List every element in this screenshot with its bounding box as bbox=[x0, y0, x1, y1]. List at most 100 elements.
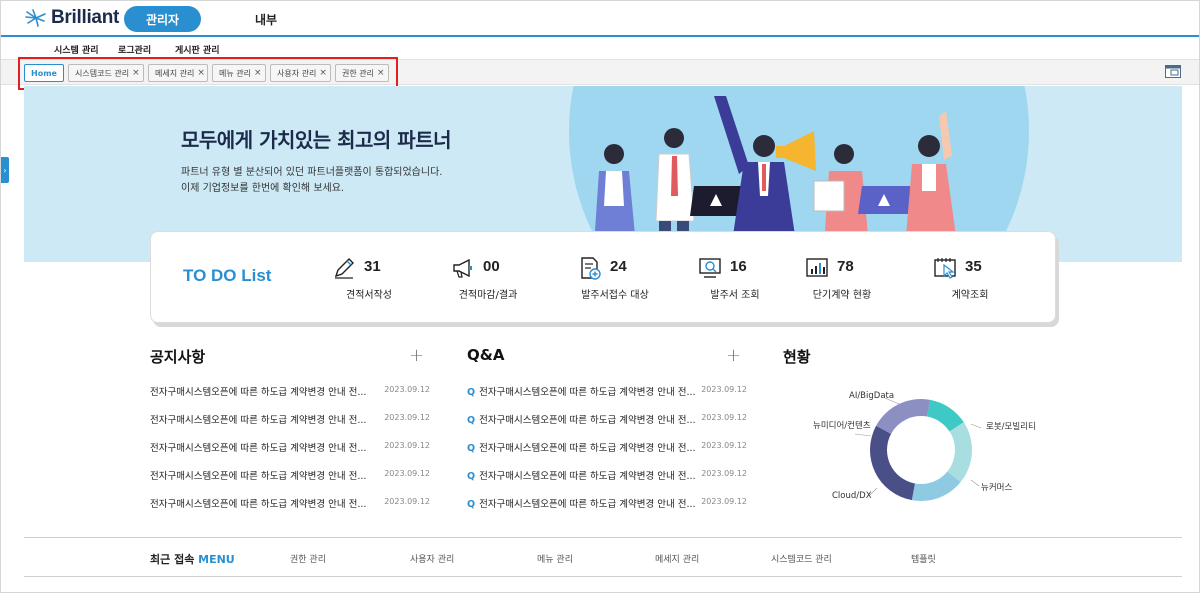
notice-title: 공지사항 bbox=[150, 348, 206, 366]
recent-menu-item[interactable]: 메세지 관리 bbox=[655, 552, 699, 565]
row-date: 2023.09.12 bbox=[384, 469, 430, 478]
row-text: 전자구매시스템오픈에 따른 하도급 계약변경 안내 전... bbox=[150, 415, 367, 426]
row-text: 전자구매시스템오픈에 따른 하도급 계약변경 안내 전... bbox=[150, 387, 367, 398]
row-date: 2023.09.12 bbox=[701, 441, 747, 450]
notice-row[interactable]: 전자구매시스템오픈에 따른 하도급 계약변경 안내 전... 2023.09.12 bbox=[150, 384, 440, 398]
recent-menu-title: 최근 접속 MENU bbox=[150, 551, 235, 567]
qna-row[interactable]: Q 전자구매시스템오픈에 따른 하도급 계약변경 안내 전... 2023.09.1… bbox=[467, 468, 757, 482]
hero-line-1: 파트너 유형 별 분산되어 있던 파트너플랫폼이 통합되었습니다. bbox=[181, 167, 443, 178]
internal-mode-tab[interactable]: 내부 bbox=[255, 11, 277, 28]
notice-row[interactable]: 전자구매시스템오픈에 따른 하도급 계약변경 안내 전... 2023.09.12 bbox=[150, 440, 440, 454]
row-date: 2023.09.12 bbox=[384, 497, 430, 506]
row-text: 전자구매시스템오픈에 따른 하도급 계약변경 안내 전... bbox=[150, 443, 367, 454]
top-header: Brilliant 관리자 내부 bbox=[1, 1, 1199, 37]
qna-row[interactable]: Q 전자구매시스템오픈에 따른 하도급 계약변경 안내 전... 2023.09.1… bbox=[467, 496, 757, 510]
donut-label-commerce: 뉴커머스 bbox=[981, 483, 1013, 493]
todo-item-contract-search[interactable]: 35 계약조회 bbox=[915, 254, 1025, 304]
submenu-log[interactable]: 로그관리 bbox=[118, 43, 151, 56]
recent-title-accent: MENU bbox=[198, 553, 235, 566]
todo-count: 78 bbox=[837, 258, 854, 275]
brand-logo[interactable]: Brilliant bbox=[25, 7, 119, 29]
todo-count: 24 bbox=[610, 258, 627, 275]
qna-row[interactable]: Q 전자구매시스템오픈에 따른 하도급 계약변경 안내 전... 2023.09.1… bbox=[467, 384, 757, 398]
todo-item-quote-close[interactable]: 00 견적마감/결과 bbox=[433, 254, 543, 304]
recent-menu-item[interactable]: 권한 관리 bbox=[290, 552, 326, 565]
todo-count: 16 bbox=[730, 258, 747, 275]
qna-row[interactable]: Q 전자구매시스템오픈에 따른 하도급 계약변경 안내 전... 2023.09.1… bbox=[467, 440, 757, 454]
row-title: Q 전자구매시스템오픈에 따른 하도급 계약변경 안내 전... bbox=[467, 412, 696, 426]
notice-row[interactable]: 전자구매시스템오픈에 따른 하도급 계약변경 안내 전... 2023.09.12 bbox=[150, 468, 440, 482]
todo-label: 발주서접수 대상 bbox=[581, 290, 649, 301]
hero-description: 파트너 유형 별 분산되어 있던 파트너플랫폼이 통합되었습니다. 이제 기업정… bbox=[181, 165, 442, 197]
donut-label-cloud: Cloud/DX bbox=[832, 491, 872, 501]
qna-title: Q&A bbox=[467, 346, 505, 364]
pencil-icon bbox=[334, 258, 354, 279]
row-text: 전자구매시스템오픈에 따른 하도급 계약변경 안내 전... bbox=[479, 415, 696, 426]
row-date: 2023.09.12 bbox=[384, 413, 430, 422]
row-date: 2023.09.12 bbox=[384, 385, 430, 394]
todo-item-quote-write[interactable]: 31 견적서작성 bbox=[314, 254, 424, 304]
notice-more-button[interactable]: + bbox=[409, 345, 424, 366]
row-title: 전자구매시스템오픈에 따른 하도급 계약변경 안내 전... bbox=[150, 384, 366, 398]
row-text: 전자구매시스템오픈에 따른 하도급 계약변경 안내 전... bbox=[479, 387, 696, 398]
question-mark-icon: Q bbox=[467, 415, 476, 426]
donut-leader-line bbox=[854, 433, 872, 437]
row-date: 2023.09.12 bbox=[701, 385, 747, 394]
submenu-system[interactable]: 시스템 관리 bbox=[54, 43, 99, 56]
hero-title: 모두에게 가치있는 최고의 파트너 bbox=[181, 128, 452, 152]
recent-title-prefix: 최근 접속 bbox=[150, 553, 199, 566]
todo-item-short-contract[interactable]: 78 단기계약 현황 bbox=[787, 254, 897, 304]
recent-menu-item[interactable]: 템플릿 bbox=[911, 552, 936, 565]
donut-slice[interactable] bbox=[947, 422, 972, 483]
question-mark-icon: Q bbox=[467, 499, 476, 510]
row-title: 전자구매시스템오픈에 따른 하도급 계약변경 안내 전... bbox=[150, 496, 366, 510]
row-text: 전자구매시스템오픈에 따른 하도급 계약변경 안내 전... bbox=[150, 471, 367, 482]
recent-menu-bar: 최근 접속 MENU 권한 관리 사용자 관리 메뉴 관리 메세지 관리 시스템… bbox=[24, 537, 1182, 577]
todo-label: 단기계약 현황 bbox=[812, 290, 872, 301]
row-date: 2023.09.12 bbox=[384, 441, 430, 450]
submenu-board[interactable]: 게시판 관리 bbox=[175, 43, 220, 56]
recent-menu-item[interactable]: 사용자 관리 bbox=[410, 552, 454, 565]
notice-row[interactable]: 전자구매시스템오픈에 따른 하도급 계약변경 안내 전... 2023.09.12 bbox=[150, 412, 440, 426]
todo-label: 견적마감/결과 bbox=[458, 290, 518, 301]
todo-label: 발주서 조회 bbox=[710, 290, 760, 301]
recent-menu-item[interactable]: 시스템코드 관리 bbox=[771, 552, 832, 565]
row-title: Q 전자구매시스템오픈에 따른 하도급 계약변경 안내 전... bbox=[467, 496, 696, 510]
todo-title: TO DO List bbox=[183, 266, 272, 285]
row-title: Q 전자구매시스템오픈에 따른 하도급 계약변경 안내 전... bbox=[467, 384, 696, 398]
todo-card: TO DO List 31 견적서작성 00 견적마감/결과 24 발주서접수 … bbox=[150, 231, 1056, 323]
row-title: 전자구매시스템오픈에 따른 하도급 계약변경 안내 전... bbox=[150, 412, 366, 426]
app-frame: Brilliant 관리자 내부 시스템 관리 로그관리 게시판 관리 Home… bbox=[0, 0, 1200, 593]
question-mark-icon: Q bbox=[467, 387, 476, 398]
window-expand-icon[interactable] bbox=[1165, 64, 1181, 78]
megaphone-icon bbox=[453, 258, 472, 278]
hero-line-2: 이제 기업정보를 한번에 확인해 보세요. bbox=[181, 183, 345, 194]
todo-count: 00 bbox=[483, 258, 500, 275]
donut-label-ai: AI/BigData bbox=[849, 391, 895, 401]
question-mark-icon: Q bbox=[467, 471, 476, 482]
row-date: 2023.09.12 bbox=[701, 469, 747, 478]
recent-menu-item[interactable]: 메뉴 관리 bbox=[537, 552, 573, 565]
row-date: 2023.09.12 bbox=[701, 497, 747, 506]
donut-slice[interactable] bbox=[870, 425, 915, 501]
admin-mode-tab[interactable]: 관리자 bbox=[124, 6, 201, 32]
question-mark-icon: Q bbox=[467, 443, 476, 454]
todo-count: 31 bbox=[364, 258, 381, 275]
chart-icon bbox=[806, 258, 828, 277]
donut-slice[interactable] bbox=[876, 399, 931, 434]
row-text: 전자구매시스템오픈에 따른 하도급 계약변경 안내 전... bbox=[479, 471, 696, 482]
row-title: 전자구매시스템오픈에 따른 하도급 계약변경 안내 전... bbox=[150, 468, 366, 482]
todo-label: 견적서작성 bbox=[346, 290, 392, 301]
todo-item-order-search[interactable]: 16 발주서 조회 bbox=[680, 254, 790, 304]
document-plus-icon bbox=[581, 257, 601, 280]
sidebar-toggle-handle[interactable]: › bbox=[1, 157, 9, 183]
qna-more-button[interactable]: + bbox=[726, 345, 741, 366]
row-text: 전자구매시스템오픈에 따른 하도급 계약변경 안내 전... bbox=[479, 443, 696, 454]
notice-row[interactable]: 전자구매시스템오픈에 따른 하도급 계약변경 안내 전... 2023.09.12 bbox=[150, 496, 440, 510]
todo-label: 계약조회 bbox=[951, 290, 989, 301]
qna-row[interactable]: Q 전자구매시스템오픈에 따른 하도급 계약변경 안내 전... 2023.09.1… bbox=[467, 412, 757, 426]
todo-item-order-receive[interactable]: 24 발주서접수 대상 bbox=[560, 254, 670, 304]
brand-burst-icon bbox=[25, 9, 46, 27]
donut-leader-line bbox=[970, 479, 980, 487]
donut-label-robot: 로봇/모빌리티 bbox=[986, 422, 1036, 432]
